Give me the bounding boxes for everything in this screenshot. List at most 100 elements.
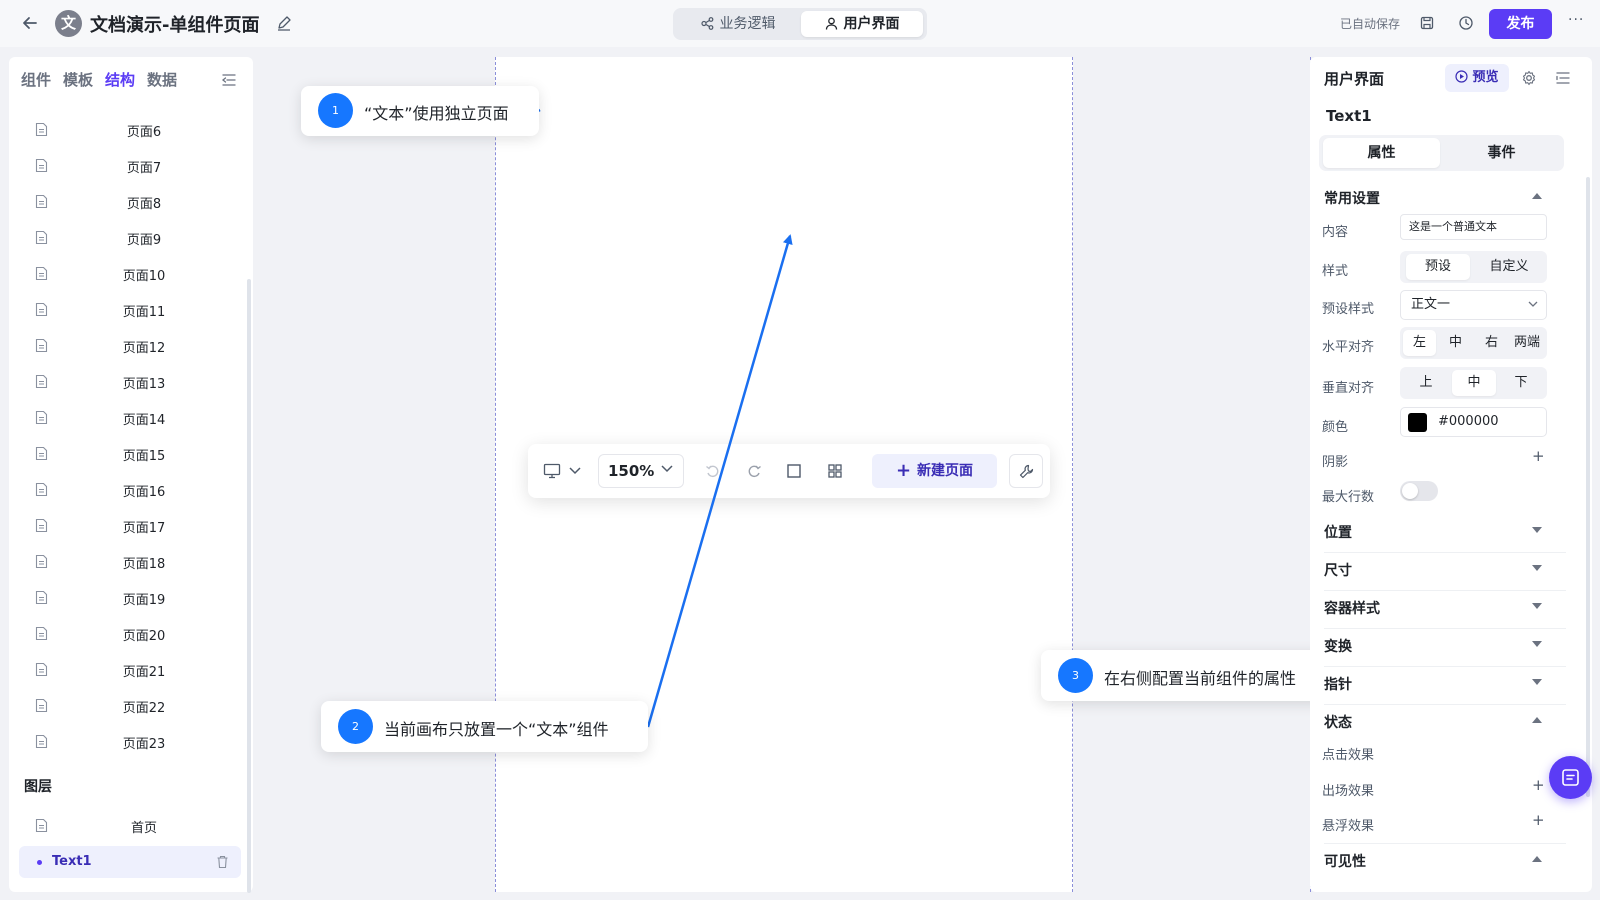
gear-icon[interactable] — [1521, 70, 1537, 86]
halign-left[interactable]: 左 — [1403, 330, 1436, 356]
back-arrow-icon[interactable] — [20, 13, 40, 33]
click-effect-label: 点击效果 — [1322, 748, 1375, 763]
preview-button[interactable]: 预览 — [1445, 64, 1509, 92]
tab-business-logic[interactable]: 业务逻辑 — [677, 11, 799, 37]
valign-bottom[interactable]: 下 — [1499, 370, 1543, 396]
page-list-item[interactable]: 页面14 — [19, 400, 239, 436]
content-input[interactable]: 这是一个普通文本 — [1400, 214, 1547, 240]
tools-button[interactable] — [1009, 454, 1043, 488]
wrench-icon — [1019, 464, 1034, 479]
page-list-item[interactable]: 页面13 — [19, 364, 239, 400]
caret-up-icon[interactable] — [1532, 716, 1542, 723]
page-list-item[interactable]: 页面8 — [19, 184, 239, 220]
right-scrollbar[interactable] — [1586, 177, 1590, 797]
page-list-item[interactable]: 页面19 — [19, 580, 239, 616]
tab-components[interactable]: 组件 — [21, 69, 51, 90]
tab-properties[interactable]: 属性 — [1323, 138, 1440, 168]
section-transform[interactable]: 变换 — [1324, 636, 1352, 656]
callout-number: 2 — [338, 709, 373, 744]
assistant-fab[interactable] — [1549, 756, 1592, 799]
style-option-preset[interactable]: 预设 — [1406, 254, 1470, 280]
tab-user-interface[interactable]: 用户界面 — [801, 11, 923, 37]
section-position[interactable]: 位置 — [1324, 522, 1352, 542]
halign-center[interactable]: 中 — [1439, 330, 1472, 356]
section-size[interactable]: 尺寸 — [1324, 560, 1352, 580]
section-container-style[interactable]: 容器样式 — [1324, 598, 1380, 618]
page-list-item[interactable]: 页面9 — [19, 220, 239, 256]
layer-item-text1[interactable]: Text1 — [19, 846, 241, 878]
add-hover-effect-icon[interactable]: + — [1532, 811, 1545, 829]
page-list-item[interactable]: 页面16 — [19, 472, 239, 508]
callout-text: 当前画布只放置一个“文本”组件 — [384, 720, 609, 739]
new-page-button[interactable]: + 新建页面 — [872, 454, 997, 488]
tab-events[interactable]: 事件 — [1443, 138, 1560, 168]
tab-structure[interactable]: 结构 — [105, 69, 135, 90]
page-list-item[interactable]: 页面6 — [19, 112, 239, 148]
collapse-panel-icon[interactable] — [221, 72, 237, 88]
trash-icon[interactable] — [216, 855, 229, 869]
outline-list-icon[interactable] — [1555, 70, 1571, 86]
page-list-item[interactable]: 页面15 — [19, 436, 239, 472]
halign-justify[interactable]: 两端 — [1509, 330, 1545, 356]
style-option-custom[interactable]: 自定义 — [1476, 254, 1542, 280]
doc-title: 文档演示-单组件页面 — [90, 15, 260, 36]
save-icon[interactable] — [1419, 15, 1435, 31]
tab-templates[interactable]: 模板 — [63, 69, 93, 90]
caret-down-icon[interactable] — [1532, 603, 1542, 610]
section-state[interactable]: 状态 — [1324, 712, 1352, 732]
more-menu-icon[interactable]: ··· — [1568, 12, 1584, 28]
frame-icon[interactable] — [786, 463, 802, 479]
page-list-item-label: 页面23 — [122, 737, 166, 752]
publish-button[interactable]: 发布 — [1489, 9, 1552, 39]
page-list-item[interactable]: 页面18 — [19, 544, 239, 580]
left-scrollbar[interactable] — [247, 279, 251, 893]
max-lines-toggle[interactable] — [1400, 481, 1438, 501]
redo-icon[interactable] — [746, 463, 762, 479]
page-list-item[interactable]: 页面11 — [19, 292, 239, 328]
grid-icon[interactable] — [827, 463, 843, 479]
add-enter-effect-icon[interactable]: + — [1532, 776, 1545, 794]
section-visibility[interactable]: 可见性 — [1324, 851, 1366, 871]
page-list-item[interactable]: 页面12 — [19, 328, 239, 364]
page-list-item[interactable]: 页面7 — [19, 148, 239, 184]
edit-title-icon[interactable] — [276, 15, 292, 31]
component-name: Text1 — [1326, 107, 1372, 125]
caret-down-icon[interactable] — [1532, 679, 1542, 686]
color-swatch[interactable] — [1408, 413, 1427, 432]
callout-number: 3 — [1058, 658, 1093, 693]
layer-item-home[interactable]: 首页 — [19, 809, 239, 845]
tab-data[interactable]: 数据 — [147, 69, 177, 90]
section-common-settings[interactable]: 常用设置 — [1324, 188, 1380, 208]
history-icon[interactable] — [1458, 15, 1474, 31]
undo-icon[interactable] — [705, 463, 721, 479]
caret-down-icon[interactable] — [1532, 527, 1542, 534]
halign-right[interactable]: 右 — [1475, 330, 1508, 356]
desktop-icon[interactable] — [543, 462, 561, 480]
preset-style-select[interactable]: 正文一 — [1400, 290, 1547, 320]
page-list-item-label: 页面7 — [126, 161, 162, 176]
user-icon — [825, 17, 837, 30]
page-list-item[interactable]: 页面22 — [19, 688, 239, 724]
layer-item-label: Text1 — [52, 854, 92, 869]
page-list-item[interactable]: 页面23 — [19, 724, 239, 760]
divider — [1324, 552, 1566, 553]
chevron-down-icon[interactable] — [569, 467, 581, 475]
page-list-item[interactable]: 页面20 — [19, 616, 239, 652]
section-pointer[interactable]: 指针 — [1324, 674, 1352, 694]
caret-down-icon[interactable] — [1532, 641, 1542, 648]
zoom-select[interactable]: 150% — [598, 454, 684, 488]
caret-down-icon[interactable] — [1532, 565, 1542, 572]
page-list: 页面6 页面7 页面8 页面9 页面10 页面11 页面12 页面13 页面14 页面15 页面16… — [19, 112, 239, 760]
layer-item-label: 首页 — [130, 821, 157, 836]
caret-up-icon[interactable] — [1532, 855, 1542, 862]
add-shadow-icon[interactable]: + — [1532, 447, 1545, 465]
caret-up-icon[interactable] — [1532, 192, 1542, 199]
page-list-item[interactable]: 页面21 — [19, 652, 239, 688]
page-list-item-label: 页面8 — [126, 197, 162, 212]
page-list-item[interactable]: 页面10 — [19, 256, 239, 292]
color-picker[interactable]: #000000 — [1400, 407, 1547, 437]
valign-top[interactable]: 上 — [1404, 370, 1448, 396]
page-list-item[interactable]: 页面17 — [19, 508, 239, 544]
hover-effect-label: 悬浮效果 — [1322, 819, 1375, 834]
valign-middle[interactable]: 中 — [1452, 370, 1496, 396]
